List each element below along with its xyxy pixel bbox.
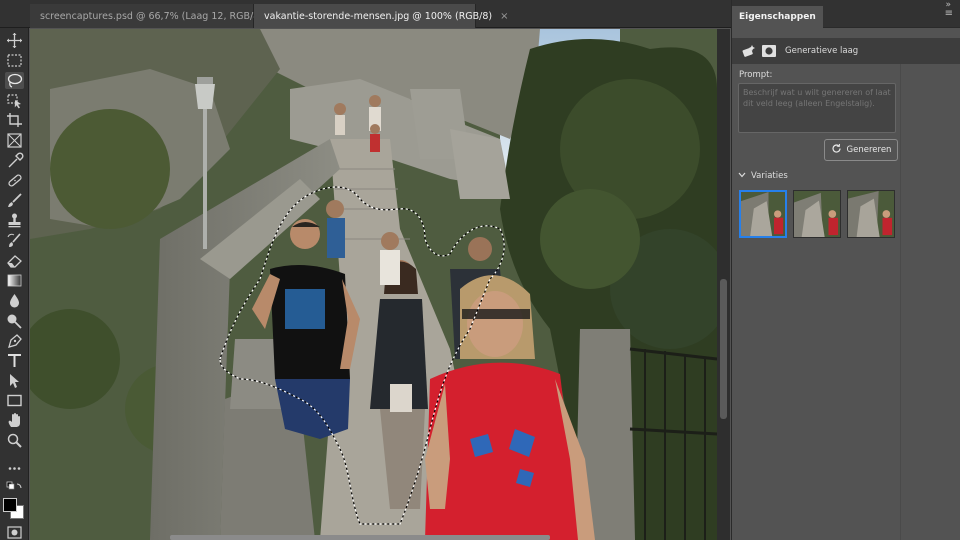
gradient-icon[interactable] <box>5 272 24 289</box>
path-select-icon[interactable] <box>5 372 24 389</box>
tab-vakantie[interactable]: vakantie-storende-mensen.jpg @ 100% (RGB… <box>254 4 509 28</box>
tab-title: screencaptures.psd @ 66,7% (Laag 12, RGB… <box>40 10 271 22</box>
rectangle-icon[interactable] <box>5 392 24 409</box>
history-brush-icon[interactable] <box>5 232 24 249</box>
properties-panel: Eigenschappen ≡ » Generatieve laag Promp… <box>731 0 960 540</box>
tab-screencaptures[interactable]: screencaptures.psd @ 66,7% (Laag 12, RGB… <box>30 4 287 28</box>
layer-type-row: Generatieve laag <box>732 38 960 64</box>
marquee-icon[interactable] <box>5 52 24 69</box>
layer-mask-icon <box>761 44 777 58</box>
reset-colors-icon[interactable] <box>5 480 24 497</box>
variation-thumbnail[interactable] <box>847 190 895 238</box>
blur-icon[interactable] <box>5 292 24 309</box>
frame-icon[interactable] <box>5 132 24 149</box>
variations-label: Variaties <box>751 171 788 181</box>
generate-button-label: Genereren <box>846 145 892 155</box>
tab-properties[interactable]: Eigenschappen <box>732 6 823 28</box>
panel-tab-bar: Eigenschappen ≡ » <box>732 0 960 28</box>
photoshop-window: screencaptures.psd @ 66,7% (Laag 12, RGB… <box>0 0 960 540</box>
lasso-icon[interactable] <box>5 72 24 89</box>
generate-button[interactable]: Genereren <box>824 139 898 161</box>
eyedropper-icon[interactable] <box>5 152 24 169</box>
variation-thumbnail[interactable] <box>739 190 787 238</box>
generative-layer-icon <box>741 44 757 58</box>
canvas-vertical-scrollbar[interactable] <box>717 29 730 540</box>
tab-title: vakantie-storende-mensen.jpg @ 100% (RGB… <box>264 10 493 22</box>
refresh-icon <box>831 143 842 157</box>
tools-panel <box>0 28 29 540</box>
panel-divider <box>900 64 901 540</box>
pen-icon[interactable] <box>5 332 24 349</box>
eraser-icon[interactable] <box>5 252 24 269</box>
prompt-input[interactable] <box>738 83 896 133</box>
variations-section-header[interactable]: Variaties <box>738 171 788 181</box>
variation-thumbnail[interactable] <box>793 190 841 238</box>
move-icon[interactable] <box>5 32 24 49</box>
scroll-thumb[interactable] <box>720 279 727 419</box>
document-canvas[interactable] <box>30 29 717 540</box>
type-icon[interactable] <box>5 352 24 369</box>
crop-icon[interactable] <box>5 112 24 129</box>
variations-grid <box>739 190 895 238</box>
spot-healing-icon[interactable] <box>5 172 24 189</box>
close-icon[interactable]: × <box>500 11 508 22</box>
prompt-label: Prompt: <box>739 70 773 80</box>
brush-icon[interactable] <box>5 192 24 209</box>
hand-icon[interactable] <box>5 412 24 429</box>
dodge-icon[interactable] <box>5 312 24 329</box>
foreground-color-swatch-front[interactable] <box>3 498 17 512</box>
document-tab-bar: screencaptures.psd @ 66,7% (Laag 12, RGB… <box>0 0 732 28</box>
more-tools-icon[interactable] <box>5 460 24 477</box>
clone-stamp-icon[interactable] <box>5 212 24 229</box>
collapse-icon[interactable]: » <box>945 0 951 10</box>
chevron-down-icon <box>738 171 746 181</box>
layer-type-label: Generatieve laag <box>785 46 859 56</box>
object-select-icon[interactable] <box>5 92 24 109</box>
zoom-icon[interactable] <box>5 432 24 449</box>
photo-image <box>30 29 717 540</box>
quick-mask-icon[interactable] <box>5 524 24 540</box>
canvas-horizontal-scrollbar[interactable] <box>170 535 550 540</box>
